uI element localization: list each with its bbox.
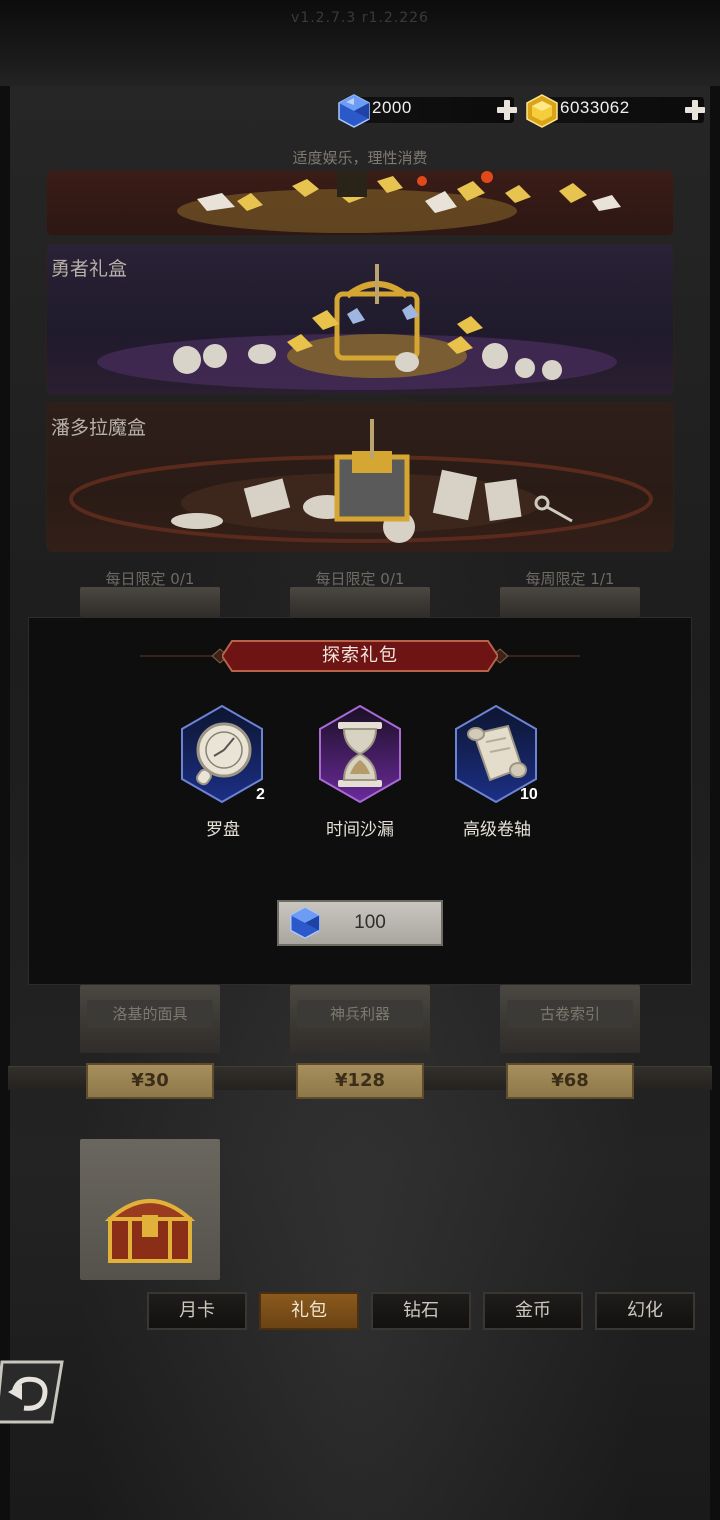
price-button[interactable]: ¥30 [86,1063,214,1099]
left-border [0,86,10,1520]
return-arrow-icon [0,1360,64,1424]
banner-pandora-box[interactable]: 潘多拉魔盒 [46,402,674,552]
shop-item-label: 神兵利器 [297,1000,423,1028]
tab-monthly-card[interactable]: 月卡 [147,1292,247,1330]
treasure-chest-icon [104,1199,196,1263]
item-name: 高级卷轴 [463,820,531,840]
tab-gift-pack[interactable]: 礼包 [259,1292,359,1330]
item-count: 10 [520,786,538,803]
reward-item-hourglass[interactable] [316,704,404,804]
banner-title-pandora: 潘多拉魔盒 [51,417,147,439]
version-label: v1.2.7.3 r1.2.226 [291,10,429,26]
limit-label: 每周限定 1/1 [525,570,615,588]
item-count: 2 [256,786,265,803]
shop-item-label: 古卷索引 [507,1000,633,1028]
notice-text: 适度娱乐，理性消费 [292,149,428,167]
banner-hero-giftbox[interactable]: 勇者礼盒 [46,243,674,395]
gold-amount: 6033062 [560,98,630,117]
shop-item-label: 洛基的面具 [87,1000,213,1028]
add-diamond-button[interactable] [496,99,518,121]
banner-treasure-top[interactable] [46,170,674,236]
tab-diamonds[interactable]: 钻石 [371,1292,471,1330]
back-button[interactable] [0,1358,64,1426]
blue-gem-icon [336,94,372,128]
tab-gold[interactable]: 金币 [483,1292,583,1330]
blue-gem-icon [288,906,322,940]
item-name: 罗盘 [206,820,240,840]
right-border [710,86,720,1520]
gold-gem-icon [524,94,560,128]
price-button[interactable]: ¥128 [296,1063,424,1099]
limit-label: 每日限定 0/1 [315,570,405,588]
item-name: 时间沙漏 [326,820,394,840]
limit-label: 每日限定 0/1 [105,570,195,588]
price-button[interactable]: ¥68 [506,1063,634,1099]
banner-title-hero: 勇者礼盒 [51,258,128,280]
buy-price: 100 [354,912,386,933]
add-gold-button[interactable] [684,99,706,121]
shop-card-top-3[interactable] [500,587,640,617]
reward-item-compass[interactable] [178,704,266,804]
shop-card-chest[interactable] [80,1139,220,1280]
shop-card-top-1[interactable] [80,587,220,617]
popup-title: 探索礼包 [322,645,398,666]
shop-card-top-2[interactable] [290,587,430,617]
tab-transmog[interactable]: 幻化 [595,1292,695,1330]
diamond-amount: 2000 [372,98,412,117]
